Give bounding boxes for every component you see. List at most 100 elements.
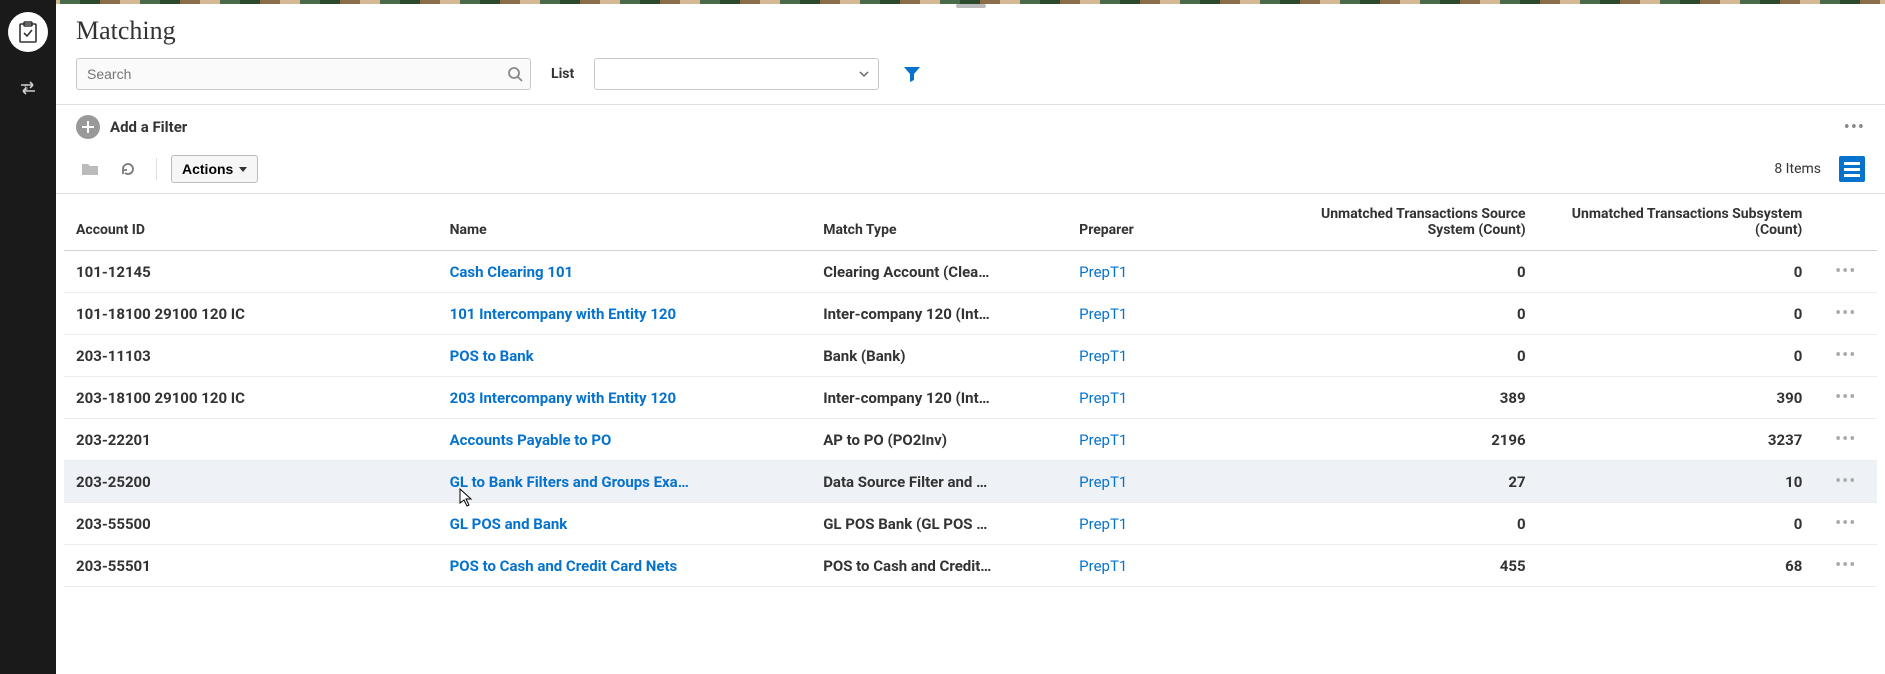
cell-actions: ••• [1814,461,1877,503]
table-row[interactable]: 203-18100 29100 120 IC 203 Intercompany w… [64,377,1877,419]
cell-match-type: Data Source Filter and … [811,461,1067,503]
cell-name: Cash Clearing 101 [438,251,812,293]
list-select[interactable] [594,58,879,90]
sidebar-item-worklist[interactable] [8,12,48,52]
cell-unmatched-sub: 0 [1538,293,1815,335]
name-link[interactable]: 101 Intercompany with Entity 120 [450,305,677,323]
search-icon[interactable] [503,62,527,86]
name-link[interactable]: 203 Intercompany with Entity 120 [450,389,677,407]
cell-unmatched-sub: 0 [1538,503,1815,545]
table-row[interactable]: 203-25200GL to Bank Filters and Groups E… [64,461,1877,503]
cell-actions: ••• [1814,503,1877,545]
col-unmatched-source[interactable]: Unmatched Transactions Source System (Co… [1261,194,1538,251]
table-row[interactable]: 101-18100 29100 120 IC101 Intercompany w… [64,293,1877,335]
cell-unmatched-source: 0 [1261,251,1538,293]
transfer-icon: $ [17,77,39,99]
clipboard-icon [18,21,38,43]
row-more-icon[interactable]: ••• [1835,261,1856,282]
view-toggle-list[interactable] [1839,156,1865,182]
row-more-icon[interactable]: ••• [1835,345,1856,366]
cell-unmatched-source: 27 [1261,461,1538,503]
col-match-type[interactable]: Match Type [811,194,1067,251]
preparer-link[interactable]: PrepT1 [1079,515,1127,533]
app-sidebar: $ [0,0,56,674]
name-link[interactable]: GL to Bank Filters and Groups Exa… [450,473,689,491]
table-row[interactable]: 203-55501POS to Cash and Credit Card Net… [64,545,1877,587]
col-name[interactable]: Name [438,194,812,251]
cell-unmatched-sub: 68 [1538,545,1815,587]
cell-preparer: PrepT1 [1067,293,1261,335]
cell-preparer: PrepT1 [1067,419,1261,461]
cell-actions: ••• [1814,377,1877,419]
cell-name: POS to Bank [438,335,812,377]
col-actions [1814,194,1877,251]
col-preparer[interactable]: Preparer [1067,194,1261,251]
actions-bar: Actions 8 Items [56,149,1885,194]
cell-match-type: GL POS Bank (GL POS … [811,503,1067,545]
cell-unmatched-sub: 10 [1538,461,1815,503]
cell-match-type: Bank (Bank) [811,335,1067,377]
filter-more-icon[interactable]: ••• [1844,117,1865,138]
preparer-link[interactable]: PrepT1 [1079,473,1127,491]
preparer-link[interactable]: PrepT1 [1079,347,1127,365]
cell-actions: ••• [1814,293,1877,335]
name-link[interactable]: GL POS and Bank [450,515,568,533]
cell-name: Accounts Payable to PO [438,419,812,461]
cell-unmatched-source: 0 [1261,503,1538,545]
plus-icon [76,115,100,139]
cell-unmatched-source: 0 [1261,335,1538,377]
table-row[interactable]: 203-55500 GL POS and Bank GL POS Bank (GL … [64,503,1877,545]
table-row[interactable]: 203-22201Accounts Payable to POAP to PO … [64,419,1877,461]
folder-icon[interactable] [76,155,104,183]
cell-name: POS to Cash and Credit Card Nets [438,545,812,587]
cell-match-type: POS to Cash and Credit… [811,545,1067,587]
refresh-icon[interactable] [114,155,142,183]
row-more-icon[interactable]: ••• [1835,555,1856,576]
table-row[interactable]: 203-11103POS to BankBank (Bank)PrepT100•… [64,335,1877,377]
cell-name: 101 Intercompany with Entity 120 [438,293,812,335]
filter-icon[interactable] [899,61,925,87]
cell-preparer: PrepT1 [1067,461,1261,503]
table-row[interactable]: 101-12145Cash Clearing 101Clearing Accou… [64,251,1877,293]
cell-preparer: PrepT1 [1067,335,1261,377]
preparer-link[interactable]: PrepT1 [1079,305,1127,323]
preparer-link[interactable]: PrepT1 [1079,263,1127,281]
row-more-icon[interactable]: ••• [1835,429,1856,450]
row-more-icon[interactable]: ••• [1835,387,1856,408]
cell-match-type: Inter-company 120 (Int… [811,377,1067,419]
preparer-link[interactable]: PrepT1 [1079,431,1127,449]
divider [156,158,157,180]
actions-button[interactable]: Actions [171,155,258,183]
row-more-icon[interactable]: ••• [1835,513,1856,534]
sidebar-item-matching[interactable]: $ [0,60,56,116]
name-link[interactable]: Cash Clearing 101 [450,263,574,281]
cell-account-id: 203-11103 [64,335,438,377]
cell-account-id: 203-55500 [64,503,438,545]
cell-actions: ••• [1814,251,1877,293]
toolbar-row: List [56,58,1885,105]
cell-name: 203 Intercompany with Entity 120 [438,377,812,419]
name-link[interactable]: POS to Bank [450,347,534,365]
page-title: Matching [56,8,1885,58]
chevron-down-icon [858,68,870,80]
search-input[interactable] [76,58,531,90]
preparer-link[interactable]: PrepT1 [1079,389,1127,407]
add-filter-button[interactable]: Add a Filter [76,115,187,139]
cell-account-id: 203-18100 29100 120 IC [64,377,438,419]
cell-unmatched-source: 455 [1261,545,1538,587]
row-more-icon[interactable]: ••• [1835,303,1856,324]
col-account-id[interactable]: Account ID [64,194,438,251]
add-filter-label: Add a Filter [110,118,187,136]
col-unmatched-sub[interactable]: Unmatched Transactions Subsystem (Count) [1538,194,1815,251]
cell-match-type: Clearing Account (Clea… [811,251,1067,293]
preparer-link[interactable]: PrepT1 [1079,557,1127,575]
row-more-icon[interactable]: ••• [1835,471,1856,492]
cell-actions: ••• [1814,335,1877,377]
table-wrap: Account ID Name Match Type Preparer Unma… [56,194,1885,674]
actions-button-label: Actions [182,161,233,177]
name-link[interactable]: Accounts Payable to PO [450,431,612,449]
name-link[interactable]: POS to Cash and Credit Card Nets [450,557,678,575]
filter-bar: Add a Filter ••• [56,105,1885,149]
cell-account-id: 203-22201 [64,419,438,461]
item-count: 8 Items [1774,161,1821,177]
